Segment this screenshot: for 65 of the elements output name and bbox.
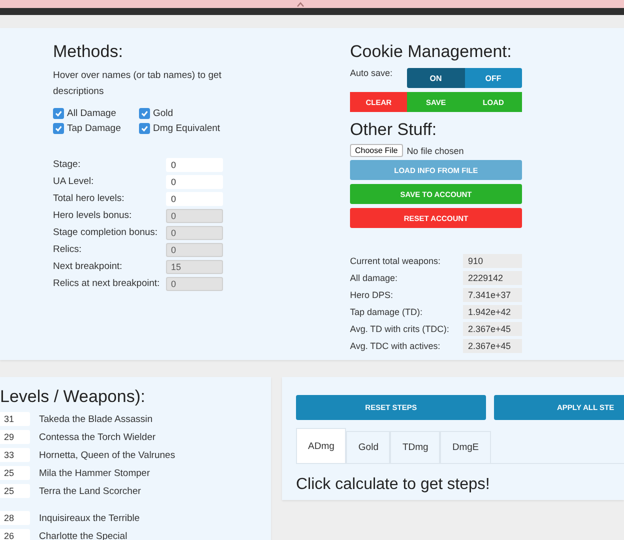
input-field[interactable]: 0 xyxy=(166,226,223,240)
tab[interactable]: Gold xyxy=(346,431,390,463)
hero-name: Takeda the Blade Assassin xyxy=(39,414,153,424)
field-label: Relics at next breakpoint: xyxy=(53,278,161,289)
level-input[interactable]: 25 xyxy=(0,466,30,480)
field-label: Relics: xyxy=(53,244,83,255)
stat-value: 1.942e+42 xyxy=(463,304,522,318)
file-status: No file chosen xyxy=(406,146,464,156)
input-field[interactable]: 15 xyxy=(166,260,223,274)
steps-message: Click calculate to get steps! xyxy=(296,476,491,494)
level-input[interactable]: 25 xyxy=(0,484,30,498)
section-heading: Other Stuff: xyxy=(350,120,438,140)
input-field[interactable]: 0 xyxy=(166,158,223,172)
stat-label: Hero DPS: xyxy=(350,290,394,300)
input-field[interactable]: 0 xyxy=(166,192,223,206)
choose-file-button[interactable]: Choose File xyxy=(350,144,403,157)
stat-value: 2.367e+45 xyxy=(463,322,522,336)
checkbox[interactable] xyxy=(53,108,64,119)
stat-value: 2.367e+45 xyxy=(463,338,522,352)
checkbox[interactable] xyxy=(53,123,64,134)
tab[interactable]: TDmg xyxy=(390,431,440,463)
level-input[interactable]: 26 xyxy=(0,529,30,540)
toggle-button[interactable]: ON xyxy=(407,68,464,88)
field-label: Total hero levels: xyxy=(53,193,126,204)
stat-value: 7.341e+37 xyxy=(463,288,522,302)
field-label: Auto save: xyxy=(350,68,394,78)
stat-label: Current total weapons: xyxy=(350,256,442,266)
input-field[interactable]: 0 xyxy=(166,276,223,290)
hint-text: Hover over names (or tab names) to get descriptions xyxy=(53,69,222,99)
field-label: UA Level: xyxy=(53,176,95,187)
hero-name: Mila the Hammer Stomper xyxy=(39,468,150,478)
input-field[interactable]: 0 xyxy=(166,242,223,256)
hero-name: Inquisireaux the Terrible xyxy=(39,512,140,524)
level-input[interactable]: 31 xyxy=(0,412,30,426)
section-heading: Levels / Weapons): xyxy=(0,387,146,407)
stat-label: Avg. TDC with actives: xyxy=(350,340,442,350)
checkbox-label: Gold xyxy=(153,108,174,119)
field-label: Stage: xyxy=(53,159,82,170)
field-label: Hero levels bonus: xyxy=(53,210,133,221)
hero-name: Contessa the Torch Wielder xyxy=(39,432,156,442)
hero-name: Terra the Land Scorcher xyxy=(39,486,141,496)
stat-label: Avg. TD with crits (TDC): xyxy=(350,324,450,334)
level-input[interactable]: 29 xyxy=(0,430,30,444)
level-input[interactable]: 28 xyxy=(0,511,30,525)
tab[interactable]: ADmg xyxy=(296,428,346,463)
input-field[interactable]: 0 xyxy=(166,174,223,188)
checkbox-label: Dmg Equivalent xyxy=(153,123,220,134)
toggle-button[interactable]: OFF xyxy=(464,68,522,88)
caret-up-icon[interactable] xyxy=(296,2,304,6)
stat-value: 910 xyxy=(463,254,522,268)
field-label: Next breakpoint: xyxy=(53,261,124,272)
stat-value: 2229142 xyxy=(463,270,522,284)
level-input[interactable]: 33 xyxy=(0,448,30,462)
hero-name: Hornetta, Queen of the Valrunes xyxy=(39,450,176,460)
stat-label: Tap damage (TD): xyxy=(350,306,424,316)
field-label: Stage completion bonus: xyxy=(53,227,159,238)
checkbox[interactable] xyxy=(139,123,150,134)
input-field[interactable]: 0 xyxy=(166,208,223,222)
section-heading: Cookie Management: xyxy=(350,42,513,62)
tab[interactable]: DmgE xyxy=(440,431,491,463)
checkbox[interactable] xyxy=(139,108,150,119)
section-heading: Methods: xyxy=(53,42,124,62)
checkbox-label: Tap Damage xyxy=(67,123,121,134)
checkbox-label: All Damage xyxy=(67,108,116,119)
stat-label: All damage: xyxy=(350,272,399,282)
